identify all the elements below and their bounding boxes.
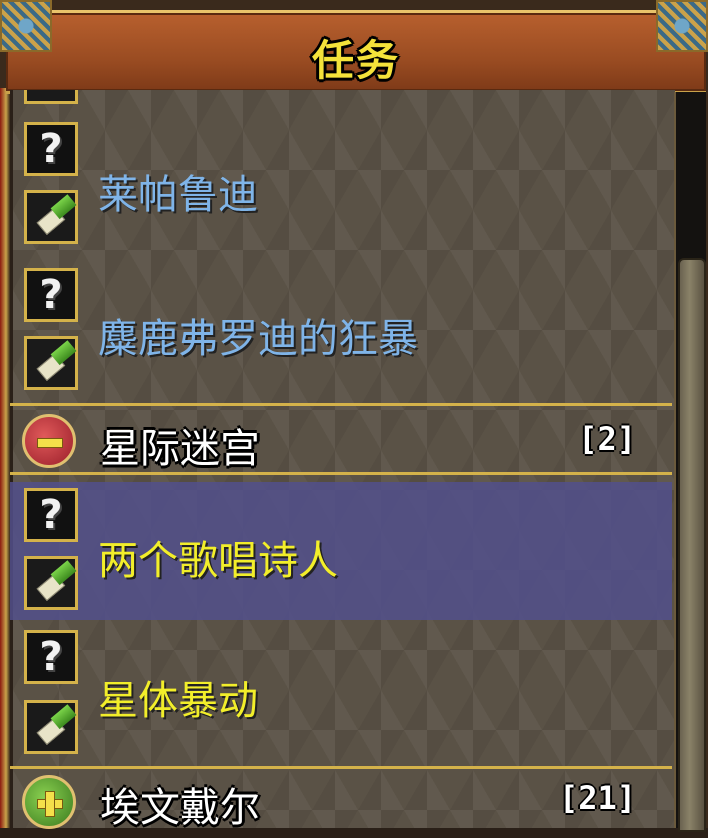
scroll-icon bbox=[24, 556, 78, 610]
category-count: [21] bbox=[558, 779, 636, 817]
quest-name: 麋鹿弗罗迪的狂暴 bbox=[98, 316, 418, 362]
quest-item-selected[interactable]: ? 两个歌唱诗人 bbox=[10, 482, 672, 622]
title-bar[interactable]: 任务 bbox=[6, 10, 706, 94]
question-mark-icon: ? bbox=[24, 488, 78, 542]
category-name: 星际迷宫 bbox=[100, 426, 260, 472]
category-name: 埃文戴尔 bbox=[100, 785, 260, 831]
quest-item[interactable]: ? 麋鹿弗罗迪的狂暴 bbox=[10, 268, 672, 398]
partial-scroll-icon bbox=[24, 90, 78, 104]
corner-ornament-right bbox=[656, 0, 708, 52]
expand-plus-icon[interactable] bbox=[22, 775, 76, 829]
category-count: [2] bbox=[578, 420, 636, 458]
scroll-icon bbox=[24, 336, 78, 390]
category-header[interactable]: 星际迷宫 [2] bbox=[10, 403, 672, 475]
quest-name: 两个歌唱诗人 bbox=[98, 538, 338, 584]
quest-name: 星体暴动 bbox=[98, 678, 258, 724]
question-mark-icon: ? bbox=[24, 630, 78, 684]
quest-window: 任务 ? 莱帕鲁迪 ? 麋鹿弗罗迪的狂暴 星际迷宫 [2] ? 两个歌唱诗人 ? bbox=[0, 0, 708, 832]
corner-ornament-left bbox=[0, 0, 52, 52]
scroll-icon bbox=[24, 700, 78, 754]
collapse-minus-icon[interactable] bbox=[22, 414, 76, 468]
quest-item[interactable]: ? 星体暴动 bbox=[10, 630, 672, 760]
window-border bbox=[0, 88, 10, 828]
quest-name: 莱帕鲁迪 bbox=[98, 172, 258, 218]
category-header[interactable]: 埃文戴尔 [21] bbox=[10, 766, 672, 838]
quest-item[interactable]: ? 莱帕鲁迪 bbox=[10, 122, 672, 252]
scrollbar-thumb[interactable] bbox=[678, 258, 706, 832]
window-title: 任务 bbox=[311, 36, 400, 85]
question-mark-icon: ? bbox=[24, 268, 78, 322]
scroll-icon bbox=[24, 190, 78, 244]
question-mark-icon: ? bbox=[24, 122, 78, 176]
